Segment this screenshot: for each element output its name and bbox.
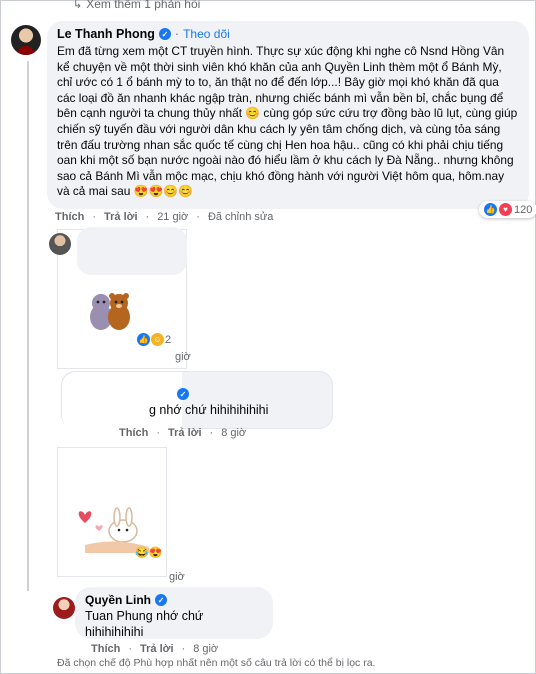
comment-actions: Thích · Trả lời · 21 giờ · Đã chỉnh sửa bbox=[55, 211, 273, 223]
reaction-count: 2 bbox=[165, 333, 172, 346]
separator: · bbox=[209, 427, 214, 439]
see-more-replies-link[interactable]: ↳ Xem thêm 1 phản hồi bbox=[73, 0, 200, 11]
verified-badge-icon: ✓ bbox=[177, 388, 189, 400]
avatar[interactable] bbox=[53, 597, 75, 619]
cat-bear-sticker[interactable] bbox=[83, 289, 135, 337]
like-button[interactable]: Thích bbox=[91, 643, 120, 655]
verified-badge-icon: ✓ bbox=[155, 594, 167, 606]
comment-thread: ↳ Xem thêm 1 phản hồi Le Thanh Phong ✓ ·… bbox=[0, 0, 536, 674]
avatar[interactable] bbox=[11, 25, 41, 55]
reaction-count: 120 bbox=[514, 203, 533, 216]
timestamp[interactable]: 8 giờ bbox=[193, 643, 218, 655]
comment-actions: Thích · Trả lời · 8 giờ bbox=[91, 643, 218, 655]
thread-line bbox=[27, 61, 29, 591]
comment-header: Quyền Linh ✓ bbox=[85, 593, 263, 607]
timestamp[interactable]: 21 giờ bbox=[157, 211, 188, 223]
separator: · bbox=[174, 27, 180, 41]
timestamp[interactable]: giờ bbox=[169, 571, 185, 583]
reaction-summary[interactable]: 👍 ♥ 120 bbox=[479, 201, 536, 218]
filter-notice: Đã chọn chế độ Phù hợp nhất nên một số c… bbox=[57, 657, 376, 669]
comment-bubble: Le Thanh Phong ✓ · Theo dõi Em đã từng x… bbox=[47, 21, 529, 209]
reply-arrow-icon: ↳ bbox=[73, 0, 83, 11]
like-button[interactable]: Thích bbox=[119, 427, 148, 439]
separator: · bbox=[92, 211, 97, 223]
reply-button[interactable]: Trả lời bbox=[140, 643, 174, 655]
reaction-summary[interactable]: 👍 ☺ 2 bbox=[137, 333, 171, 346]
reply-text: g nhớ chứ hihihihihihi bbox=[149, 403, 269, 417]
comment-actions: Thích · Trả lời · 8 giờ bbox=[119, 427, 246, 439]
separator: · bbox=[128, 643, 133, 655]
follow-button[interactable]: Theo dõi bbox=[183, 27, 230, 41]
separator: · bbox=[156, 427, 161, 439]
see-more-label: Xem thêm 1 phản hồi bbox=[86, 0, 201, 11]
timestamp[interactable]: giờ bbox=[175, 351, 191, 363]
reply-bubble bbox=[77, 227, 187, 275]
like-reaction-icon: 👍 bbox=[484, 203, 497, 216]
author-name[interactable]: Le Thanh Phong bbox=[57, 27, 155, 41]
comment-text: Em đã từng xem một CT truyền hình. Thực … bbox=[57, 44, 518, 199]
love-reaction-icon: ♥ bbox=[499, 203, 512, 216]
reaction-icon[interactable]: 😂😍 bbox=[135, 546, 162, 559]
haha-reaction-icon: ☺ bbox=[151, 333, 164, 346]
verified-badge-icon: ✓ bbox=[158, 28, 171, 40]
like-button[interactable]: Thích bbox=[55, 211, 84, 223]
reply-text: Tuan Phung nhớ chứ hihihihihihi bbox=[85, 609, 204, 639]
separator: · bbox=[181, 643, 186, 655]
comment-header: Le Thanh Phong ✓ · Theo dõi bbox=[57, 27, 519, 41]
reply-bubble bbox=[61, 371, 333, 430]
reply-button[interactable]: Trả lời bbox=[104, 211, 138, 223]
avatar[interactable] bbox=[49, 233, 71, 255]
timestamp[interactable]: 8 giờ bbox=[221, 427, 246, 439]
redacted-area bbox=[62, 372, 182, 430]
separator: · bbox=[145, 211, 150, 223]
like-reaction-icon: 👍 bbox=[137, 333, 150, 346]
reply-button[interactable]: Trả lời bbox=[168, 427, 202, 439]
author-name[interactable]: Quyền Linh bbox=[85, 593, 151, 607]
separator: · bbox=[196, 211, 200, 223]
reply-bubble: Quyền Linh ✓ Tuan Phung nhớ chứ hihihihi… bbox=[75, 587, 273, 639]
edited-label: Đã chỉnh sửa bbox=[207, 211, 274, 223]
